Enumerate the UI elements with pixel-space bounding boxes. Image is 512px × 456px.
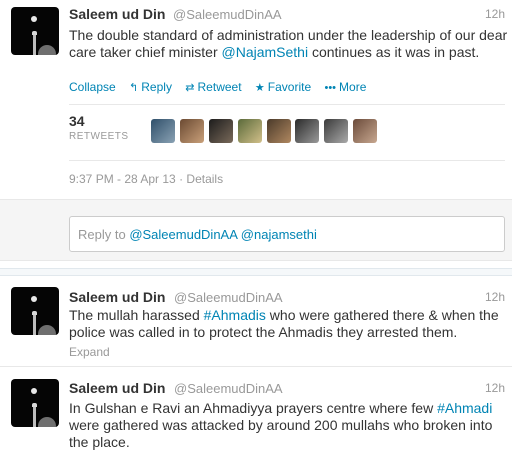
minaret-icon — [32, 31, 37, 55]
favorite-button[interactable]: ★ Favorite — [255, 80, 311, 94]
reply-prefix: Reply to — [78, 227, 130, 242]
tweet-details: 9:37 PM - 28 Apr 13 · Details — [69, 172, 223, 186]
crescent-moon-icon — [31, 388, 37, 394]
retweeter-avatar[interactable] — [353, 119, 378, 143]
more-label: More — [339, 80, 367, 94]
hashtag-link[interactable]: #Ahmadi — [437, 400, 492, 416]
tweet-text: The mullah harassed #Ahmadis who were ga… — [69, 307, 509, 341]
retweeter-avatar[interactable] — [151, 119, 175, 143]
retweet-count[interactable]: 34 — [69, 113, 85, 129]
author-name[interactable]: Saleem ud Din — [69, 380, 165, 396]
tweet-text-part: The mullah harassed — [69, 307, 204, 323]
retweeter-avatar[interactable] — [237, 119, 262, 143]
author-handle[interactable]: @SaleemudDinAA — [174, 290, 283, 305]
reply-icon: ↰ — [129, 82, 139, 94]
divider — [69, 160, 505, 161]
divider — [69, 104, 505, 105]
timestamp-link[interactable]: 9:37 PM - 28 Apr 13 — [69, 172, 176, 186]
reply-label: Reply — [141, 80, 172, 94]
mention-link[interactable]: @NajamSethi — [222, 44, 309, 60]
avatar[interactable] — [11, 7, 59, 55]
dome-icon — [38, 417, 56, 427]
retweet-label: Retweet — [197, 80, 242, 94]
retweet-icon: ⇄ — [185, 82, 195, 94]
author-handle[interactable]: @SaleemudDinAA — [174, 381, 283, 396]
minaret-icon — [32, 403, 37, 427]
collapse-link[interactable]: Collapse — [69, 80, 116, 94]
retweeter-avatar[interactable] — [179, 119, 204, 143]
tweet-time[interactable]: 12h — [485, 381, 505, 395]
tweet-text: The double standard of administration un… — [69, 27, 509, 61]
retweet-button[interactable]: ⇄ Retweet — [185, 80, 241, 94]
expand-link[interactable]: Expand — [69, 345, 110, 359]
favorite-label: Favorite — [267, 80, 312, 94]
avatar[interactable] — [11, 287, 59, 335]
dome-icon — [38, 325, 56, 335]
tweet-time[interactable]: 12h — [485, 7, 505, 21]
retweeter-avatar[interactable] — [208, 119, 233, 143]
star-icon: ★ — [254, 82, 265, 94]
tweet-text-part: were gathered was attacked by around 200… — [69, 417, 493, 450]
retweeter-avatar[interactable] — [295, 119, 320, 143]
retweeter-avatar[interactable] — [324, 119, 349, 143]
reply-button[interactable]: ↰ Reply — [129, 80, 172, 94]
reply-input[interactable]: Reply to @SaleemudDinAA @najamsethi — [69, 216, 505, 252]
tweet-actions: Collapse ↰ Reply ⇄ Retweet ★ Favorite ••• Mo… — [69, 80, 376, 94]
crescent-moon-icon — [31, 16, 37, 22]
tweet-divider — [0, 366, 512, 367]
author-handle[interactable]: @SaleemudDinAA — [173, 7, 282, 22]
hashtag-link[interactable]: #Ahmadis — [204, 307, 266, 323]
minaret-icon — [32, 311, 37, 335]
reply-panel: Reply to @SaleemudDinAA @najamsethi — [0, 199, 512, 261]
tweet-text: In Gulshan e Ravi an Ahmadiyya prayers c… — [69, 400, 509, 451]
dome-icon — [38, 45, 56, 55]
more-button[interactable]: ••• More — [324, 80, 366, 94]
author-name[interactable]: Saleem ud Din — [69, 289, 165, 305]
retweets-label: RETWEETS — [69, 131, 129, 142]
tweet-text-part: In Gulshan e Ravi an Ahmadiyya prayers c… — [69, 400, 438, 416]
avatar[interactable] — [11, 379, 59, 427]
retweeter-avatars — [151, 119, 378, 143]
reply-mentions: @SaleemudDinAA @najamsethi — [129, 227, 317, 242]
tweet-time[interactable]: 12h — [485, 290, 505, 304]
author-name[interactable]: Saleem ud Din — [69, 6, 165, 22]
details-link[interactable]: Details — [186, 172, 223, 186]
crescent-moon-icon — [31, 296, 37, 302]
tweet-text-part: continues as it was in past. — [308, 44, 480, 60]
retweeter-avatar[interactable] — [266, 119, 291, 143]
timeline-separator — [0, 268, 512, 276]
more-dots-icon: ••• — [324, 82, 337, 94]
